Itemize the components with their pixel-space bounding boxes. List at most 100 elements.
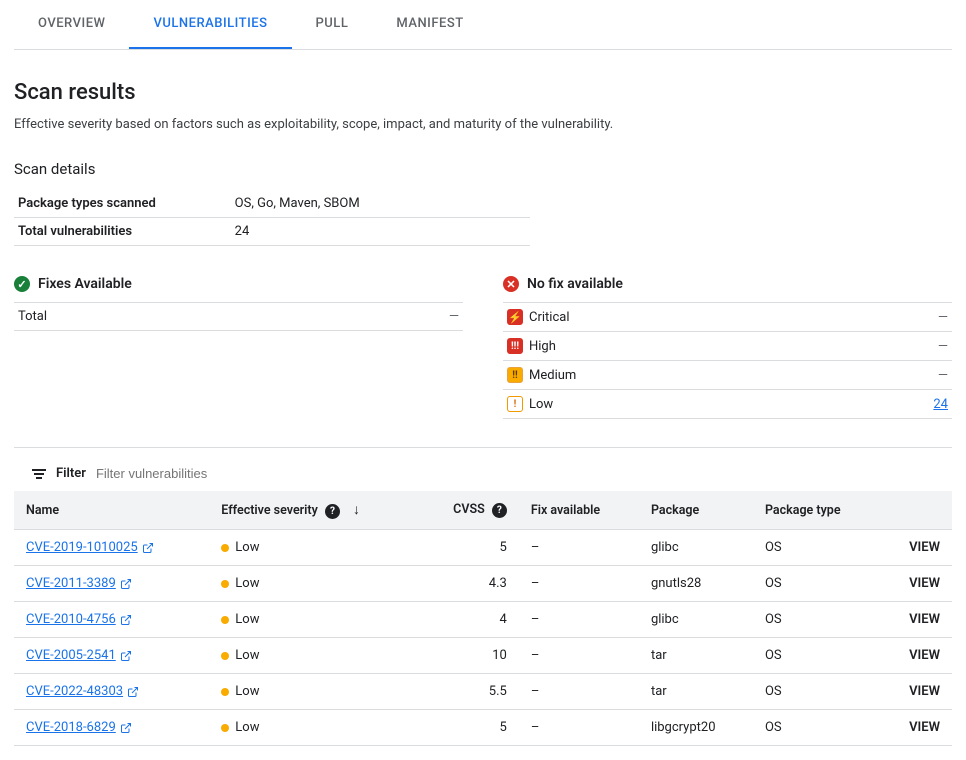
table-row: CVE-2005-2541 Low 10 – tar OS VIEW xyxy=(14,638,952,674)
medium-icon: !! xyxy=(507,367,523,383)
fix-row-value: — xyxy=(449,309,459,324)
tab-bar: OVERVIEWVULNERABILITIESPULLMANIFEST xyxy=(14,0,952,50)
tab-pull[interactable]: PULL xyxy=(292,0,373,49)
help-icon[interactable]: ? xyxy=(492,503,507,518)
package-value: tar xyxy=(639,638,753,674)
no-fix-heading: No fix available xyxy=(527,276,623,292)
high-icon: !!! xyxy=(507,338,523,354)
cve-link[interactable]: CVE-2018-6829 xyxy=(26,720,132,735)
fix-value: – xyxy=(519,530,639,566)
col-package-type[interactable]: Package type xyxy=(753,491,881,530)
nofix-row: !Low24 xyxy=(503,390,952,419)
critical-icon: ⚡ xyxy=(507,309,523,325)
severity-label: High xyxy=(529,339,556,354)
severity-dot-icon xyxy=(221,544,229,552)
detail-label: Total vulnerabilities xyxy=(14,218,231,246)
nofix-row: !!Medium— xyxy=(503,361,952,390)
view-button[interactable]: VIEW xyxy=(909,648,940,663)
filter-label: Filter xyxy=(56,466,86,481)
fix-value: – xyxy=(519,710,639,746)
col-cvss-label: CVSS xyxy=(453,502,485,517)
nofix-value: — xyxy=(938,368,948,383)
vulnerabilities-table: Name Effective severity ? ↓ CVSS ? Fix a… xyxy=(14,491,952,746)
severity-text: Low xyxy=(235,684,259,699)
package-value: tar xyxy=(639,674,753,710)
view-button[interactable]: VIEW xyxy=(909,612,940,627)
fix-row: Total — xyxy=(14,303,463,331)
external-link-icon xyxy=(120,578,132,590)
view-button[interactable]: VIEW xyxy=(909,540,940,555)
page-title: Scan results xyxy=(14,80,952,105)
nofix-count-link[interactable]: 24 xyxy=(933,397,948,412)
severity-dot-icon xyxy=(221,724,229,732)
severity-text: Low xyxy=(235,648,259,663)
cvss-value: 5.5 xyxy=(419,674,519,710)
cve-link[interactable]: CVE-2005-2541 xyxy=(26,648,132,663)
cvss-value: 4.3 xyxy=(419,566,519,602)
low-icon: ! xyxy=(507,396,523,412)
col-package[interactable]: Package xyxy=(639,491,753,530)
severity-dot-icon xyxy=(221,616,229,624)
help-icon[interactable]: ? xyxy=(325,504,340,519)
scan-details-heading: Scan details xyxy=(14,160,952,178)
tab-overview[interactable]: OVERVIEW xyxy=(14,0,129,49)
col-name[interactable]: Name xyxy=(14,491,209,530)
detail-value: OS, Go, Maven, SBOM xyxy=(231,190,530,218)
view-button[interactable]: VIEW xyxy=(909,720,940,735)
filter-input[interactable] xyxy=(96,466,934,481)
severity-text: Low xyxy=(235,612,259,627)
tab-manifest[interactable]: MANIFEST xyxy=(372,0,487,49)
fix-row-label: Total xyxy=(18,309,47,324)
scan-details-row: Total vulnerabilities24 xyxy=(14,218,530,246)
cve-link[interactable]: CVE-2019-1010025 xyxy=(26,540,154,555)
package-type-value: OS xyxy=(753,638,881,674)
tab-vulnerabilities[interactable]: VULNERABILITIES xyxy=(129,0,291,49)
scan-details-table: Package types scannedOS, Go, Maven, SBOM… xyxy=(14,190,530,246)
package-value: gnutls28 xyxy=(639,566,753,602)
table-row: CVE-2022-48303 Low 5.5 – tar OS VIEW xyxy=(14,674,952,710)
external-link-icon xyxy=(127,686,139,698)
package-type-value: OS xyxy=(753,710,881,746)
filter-icon xyxy=(32,469,46,479)
cve-link[interactable]: CVE-2011-3389 xyxy=(26,576,132,591)
severity-text: Low xyxy=(235,720,259,735)
cve-link[interactable]: CVE-2010-4756 xyxy=(26,612,132,627)
severity-dot-icon xyxy=(221,580,229,588)
severity-dot-icon xyxy=(221,688,229,696)
col-cvss[interactable]: CVSS ? xyxy=(419,491,519,530)
table-row: CVE-2010-4756 Low 4 – glibc OS VIEW xyxy=(14,602,952,638)
nofix-value: — xyxy=(938,339,948,354)
fix-value: – xyxy=(519,602,639,638)
subtitle: Effective severity based on factors such… xyxy=(14,117,952,132)
col-actions xyxy=(881,491,952,530)
cvss-value: 5 xyxy=(419,710,519,746)
sort-desc-icon: ↓ xyxy=(353,502,360,518)
fix-value: – xyxy=(519,674,639,710)
cvss-value: 5 xyxy=(419,530,519,566)
external-link-icon xyxy=(120,650,132,662)
cvss-value: 4 xyxy=(419,602,519,638)
table-row: CVE-2011-3389 Low 4.3 – gnutls28 OS VIEW xyxy=(14,566,952,602)
package-value: glibc xyxy=(639,530,753,566)
external-link-icon xyxy=(120,614,132,626)
external-link-icon xyxy=(142,542,154,554)
severity-text: Low xyxy=(235,540,259,555)
package-type-value: OS xyxy=(753,566,881,602)
view-button[interactable]: VIEW xyxy=(909,576,940,591)
nofix-row: !!! High — xyxy=(503,332,952,361)
col-severity-label: Effective severity xyxy=(221,503,318,518)
table-row: CVE-2019-1010025 Low 5 – glibc OS VIEW xyxy=(14,530,952,566)
check-icon: ✓ xyxy=(14,276,30,292)
col-fix[interactable]: Fix available xyxy=(519,491,639,530)
col-severity[interactable]: Effective severity ? ↓ xyxy=(209,491,419,530)
fixes-available-heading: Fixes Available xyxy=(38,276,132,292)
view-button[interactable]: VIEW xyxy=(909,684,940,699)
table-row: CVE-2018-6829 Low 5 – libgcrypt20 OS VIE… xyxy=(14,710,952,746)
fix-value: – xyxy=(519,566,639,602)
detail-value: 24 xyxy=(231,218,530,246)
nofix-value: — xyxy=(938,310,948,325)
detail-label: Package types scanned xyxy=(14,190,231,218)
fix-value: – xyxy=(519,638,639,674)
x-icon: ✕ xyxy=(503,276,519,292)
cve-link[interactable]: CVE-2022-48303 xyxy=(26,684,139,699)
